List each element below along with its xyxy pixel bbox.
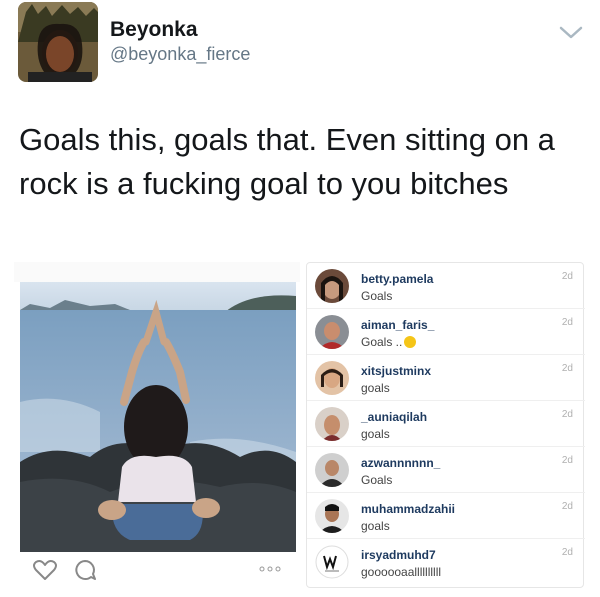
comment-time: 2d — [561, 547, 573, 558]
heart-icon[interactable] — [32, 558, 58, 582]
comment-text: goals — [361, 381, 390, 395]
author-handle[interactable]: @beyonka_fierce — [110, 44, 250, 65]
comment-time: 2d — [561, 501, 573, 512]
comments-list: betty.pamela Goals 2d aiman_faris_ Goals… — [306, 262, 585, 588]
photo-actions-bar — [14, 556, 300, 586]
commenter-avatar[interactable] — [315, 545, 349, 579]
tweet-header: Beyonka @beyonka_fierce — [0, 0, 600, 90]
comment-item[interactable]: xitsjustminx goals 2d — [307, 355, 585, 401]
comment-text: Goals — [361, 473, 393, 487]
comment-username[interactable]: _auniaqilah — [361, 410, 427, 424]
instagram-photo-pane — [14, 262, 300, 592]
comment-username[interactable]: xitsjustminx — [361, 364, 431, 378]
comment-time: 2d — [561, 271, 573, 282]
comment-username[interactable]: betty.pamela — [361, 272, 433, 286]
commenter-avatar[interactable] — [315, 269, 349, 303]
more-options-icon[interactable] — [258, 564, 282, 574]
comment-item[interactable]: azwannnnnn_ Goals 2d — [307, 447, 585, 493]
comment-time: 2d — [561, 317, 573, 328]
comment-username[interactable]: irsyadmuhd7 — [361, 548, 436, 562]
commenter-avatar[interactable] — [315, 315, 349, 349]
comment-item[interactable]: muhammadzahii goals 2d — [307, 493, 585, 539]
comment-time: 2d — [561, 409, 573, 420]
comment-username[interactable]: aiman_faris_ — [361, 318, 434, 332]
comment-item[interactable]: betty.pamela Goals 2d — [307, 263, 585, 309]
tweet-text: Goals this, goals that. Even sitting on … — [19, 122, 555, 201]
smile-emoji-icon — [404, 336, 417, 348]
comment-text: Goals — [361, 289, 393, 303]
tweet-media-image[interactable]: betty.pamela Goals 2d aiman_faris_ Goals… — [14, 262, 586, 592]
comment-item[interactable]: _auniaqilah goals 2d — [307, 401, 585, 447]
comment-icon[interactable] — [72, 558, 98, 582]
comment-time: 2d — [561, 363, 573, 374]
comment-username[interactable]: azwannnnnn_ — [361, 456, 440, 470]
comment-text: goooooaallllllllll — [361, 565, 442, 579]
comment-text-wrap: Goals .. — [361, 335, 417, 349]
commenter-avatar[interactable] — [315, 361, 349, 395]
commenter-avatar[interactable] — [315, 499, 349, 533]
comment-item[interactable]: aiman_faris_ Goals .. 2d — [307, 309, 585, 355]
comment-text: goals — [361, 519, 390, 533]
comment-time: 2d — [561, 455, 573, 466]
comment-username[interactable]: muhammadzahii — [361, 502, 455, 516]
author-display-name[interactable]: Beyonka — [110, 18, 198, 42]
instagram-photo[interactable] — [20, 282, 296, 552]
commenter-avatar[interactable] — [315, 453, 349, 487]
comment-text: goals — [361, 427, 390, 441]
chevron-down-icon[interactable] — [556, 20, 586, 44]
comment-text: Goals .. — [361, 335, 403, 349]
commenter-avatar[interactable] — [315, 407, 349, 441]
comment-item[interactable]: irsyadmuhd7 goooooaallllllllll 2d — [307, 539, 585, 585]
photo-top-strip — [14, 262, 300, 282]
author-avatar[interactable] — [18, 2, 98, 82]
